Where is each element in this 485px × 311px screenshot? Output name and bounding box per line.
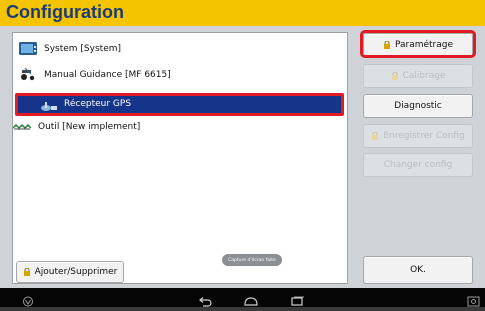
parametrage-highlight (360, 30, 476, 58)
ok-label: OK. (410, 265, 426, 275)
main-panel: System [System] Manual Guidance [MF 6615… (0, 26, 485, 288)
android-nav-bar (0, 288, 485, 307)
enregistrer-config-button[interactable]: Enregistrer Config (363, 124, 473, 148)
lock-icon (371, 131, 379, 140)
tree-item-manual-guidance[interactable]: Manual Guidance [MF 6615] (19, 65, 171, 85)
tree-item-label: Manual Guidance [MF 6615] (44, 70, 171, 80)
configuration-tree: System [System] Manual Guidance [MF 6615… (12, 32, 348, 284)
page-title: Configuration (6, 2, 124, 22)
calibrage-label: Calibrage (402, 71, 446, 81)
calibrage-button[interactable]: Calibrage (363, 64, 473, 88)
lock-icon (23, 267, 31, 276)
ajouter-supprimer-label: Ajouter/Supprimer (34, 267, 118, 277)
screenshot-toast: Capture d'écran faite (222, 254, 282, 266)
enregistrer-config-label: Enregistrer Config (383, 131, 465, 141)
guidance-icon (19, 67, 37, 82)
gps-receiver-icon (40, 98, 58, 111)
lock-icon (391, 71, 399, 80)
tree-item-label: Outil [New implement] (38, 122, 141, 132)
implement-icon (12, 120, 32, 134)
tree-item-outil[interactable]: Outil [New implement] (12, 117, 141, 137)
changer-config-label: Changer config (383, 160, 453, 170)
recent-apps-icon[interactable] (290, 292, 304, 311)
system-icon (19, 42, 37, 56)
ajouter-supprimer-button[interactable]: Ajouter/Supprimer (16, 261, 124, 283)
diagnostic-label: Diagnostic (394, 101, 442, 111)
diagnostic-button[interactable]: Diagnostic (363, 94, 473, 118)
changer-config-button[interactable]: Changer config (363, 153, 473, 177)
back-icon[interactable] (198, 292, 212, 311)
ok-button[interactable]: OK. (363, 256, 473, 284)
screenshot-icon[interactable] (467, 292, 480, 311)
tree-item-label: System [System] (44, 44, 122, 54)
tree-item-gps-receiver[interactable]: Récepteur GPS (15, 93, 344, 116)
tree-item-system[interactable]: System [System] (19, 39, 121, 59)
tree-item-label: Récepteur GPS (64, 99, 132, 109)
toast-text: Capture d'écran faite (228, 257, 276, 263)
app-logo-icon[interactable] (22, 292, 34, 311)
title-bar: Configuration (0, 0, 485, 26)
home-icon[interactable] (243, 292, 259, 311)
